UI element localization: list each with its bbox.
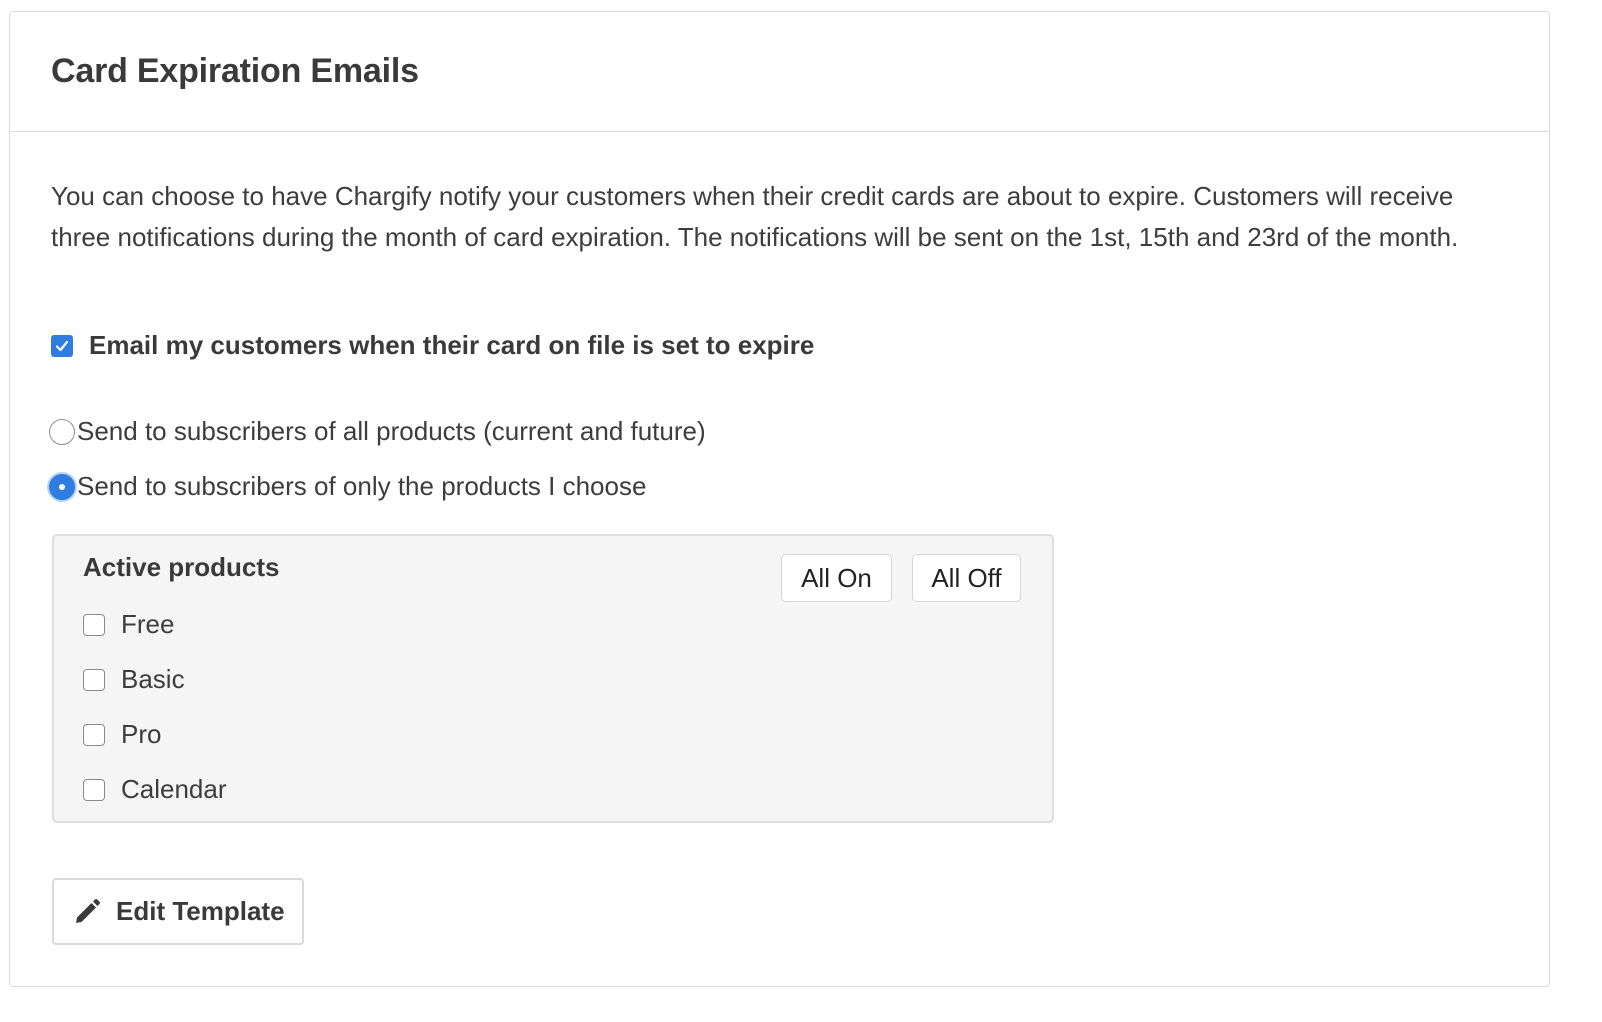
product-item-pro[interactable]: Pro [83, 719, 161, 750]
description-text: You can choose to have Chargify notify y… [51, 181, 1459, 252]
product-item-free[interactable]: Free [83, 609, 174, 640]
edit-template-button[interactable]: Edit Template [52, 878, 304, 945]
checkmark-icon [55, 340, 69, 351]
radio-option-all-products[interactable]: Send to subscribers of all products (cur… [49, 416, 706, 447]
card-expiration-emails-panel: Card Expiration Emails You can choose to… [9, 11, 1550, 987]
page-title: Card Expiration Emails [51, 52, 419, 90]
product-label: Calendar [121, 774, 227, 804]
radio-all-products-label: Send to subscribers of all products (cur… [77, 416, 706, 446]
product-checkbox[interactable] [83, 613, 105, 636]
product-checkbox[interactable] [83, 668, 105, 691]
enable-expiration-emails-option[interactable]: Email my customers when their card on fi… [51, 330, 814, 361]
radio-option-chosen-products[interactable]: Send to subscribers of only the products… [49, 471, 646, 502]
enable-expiration-emails-checkbox[interactable] [51, 334, 73, 357]
radio-all-products[interactable] [49, 418, 75, 445]
edit-template-label: Edit Template [116, 896, 285, 926]
product-checkbox[interactable] [83, 723, 105, 746]
pencil-icon [72, 897, 102, 927]
product-checkbox[interactable] [83, 778, 105, 801]
radio-chosen-products-label: Send to subscribers of only the products… [77, 471, 647, 501]
active-products-title: Active products [83, 552, 280, 582]
all-on-button[interactable]: All On [781, 554, 892, 602]
enable-expiration-emails-label: Email my customers when their card on fi… [89, 330, 815, 360]
product-item-calendar[interactable]: Calendar [83, 774, 227, 805]
product-label: Free [121, 609, 175, 639]
radio-chosen-products[interactable] [49, 473, 75, 500]
card-header: Card Expiration Emails [10, 12, 1549, 132]
product-item-basic[interactable]: Basic [83, 664, 185, 695]
all-off-button[interactable]: All Off [912, 554, 1021, 602]
active-products-panel: Active products All On All Off Free Basi… [52, 534, 1054, 823]
product-label: Basic [121, 664, 185, 694]
product-label: Pro [121, 719, 162, 749]
